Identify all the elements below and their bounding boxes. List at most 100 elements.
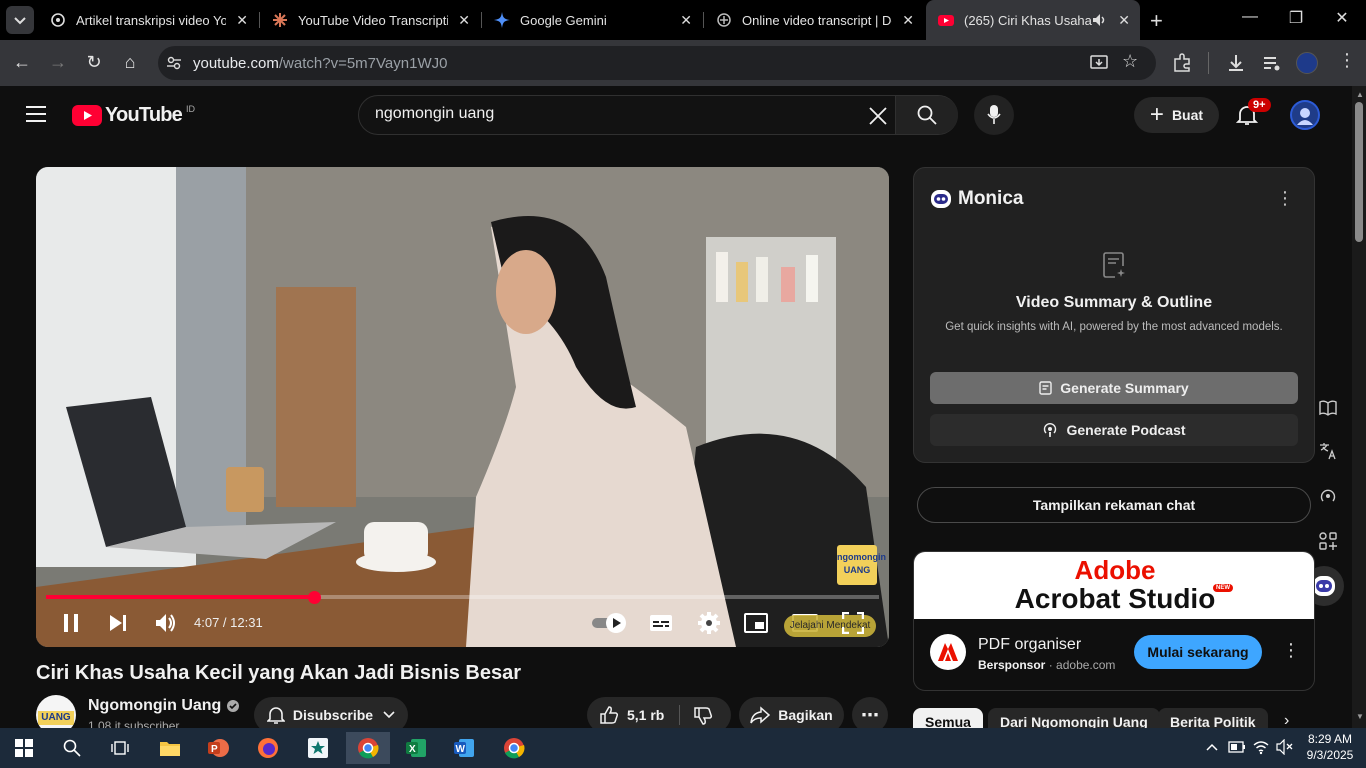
monica-menu-icon[interactable]: ⋮ (1276, 188, 1294, 209)
close-icon[interactable]: ✕ (236, 12, 248, 29)
tab-4-active[interactable]: (265) Ciri Khas Usaha Kecil ✕ (926, 0, 1140, 40)
tab-0[interactable]: Artikel transkripsi video YouTube ✕ (38, 0, 258, 40)
clear-search-icon[interactable] (869, 107, 887, 125)
search-input[interactable] (375, 105, 855, 123)
generate-summary-button[interactable]: Generate Summary (930, 372, 1298, 404)
url-path: /watch?v=5m7Vayn1WJ0 (278, 55, 448, 72)
video-player[interactable]: ngomongin UANG 4:07 / 12:31 Jelajahi Men… (36, 167, 889, 647)
channel-watermark[interactable]: ngomongin UANG (837, 545, 886, 585)
site-info-icon[interactable] (166, 55, 182, 71)
new-tab-button[interactable]: + (1150, 8, 1163, 34)
media-control-icon[interactable] (1262, 53, 1282, 73)
miniplayer-icon[interactable] (744, 613, 768, 633)
page-scrollbar[interactable]: ▲ ▼ (1352, 86, 1366, 728)
autoplay-toggle[interactable] (592, 613, 628, 633)
summary-small-icon (1039, 381, 1052, 395)
pause-icon[interactable] (62, 613, 80, 633)
tab-1[interactable]: YouTube Video Transcription ✕ (260, 0, 480, 40)
show-chat-replay-button[interactable]: Tampilkan rekaman chat (917, 487, 1311, 523)
bookmark-star-icon[interactable]: ☆ (1122, 51, 1138, 72)
like-count[interactable]: 5,1 rb (627, 707, 664, 723)
chrome-app-active[interactable] (346, 732, 390, 764)
install-app-icon[interactable] (1090, 54, 1108, 72)
monica-title: Monica (958, 188, 1024, 209)
reload-button[interactable]: ↻ (82, 52, 106, 73)
address-bar[interactable]: youtube.com/watch?v=5m7Vayn1WJ0 ☆ (158, 46, 1156, 80)
apps-grid-icon[interactable] (1319, 532, 1337, 550)
youtube-logo[interactable]: YouTube ID (72, 104, 195, 127)
ad-new-badge: NEW (1213, 584, 1233, 592)
hamburger-menu-icon[interactable] (26, 105, 46, 123)
scroll-down-icon[interactable]: ▼ (1356, 712, 1364, 721)
share-arrow-icon (750, 706, 771, 724)
taskbar-search-button[interactable] (52, 732, 92, 764)
tab-search-button[interactable] (6, 6, 34, 34)
next-icon[interactable] (108, 613, 128, 633)
restore-button[interactable]: ❐ (1276, 8, 1316, 28)
progress-bar[interactable] (46, 595, 879, 599)
scrollbar-thumb[interactable] (1355, 102, 1363, 242)
tab-3[interactable]: Online video transcript | Descript ✕ (704, 0, 924, 40)
file-explorer-app[interactable] (150, 732, 190, 764)
video-frame (36, 167, 889, 647)
close-icon[interactable]: ✕ (458, 12, 470, 29)
voice-search-button[interactable] (974, 95, 1014, 135)
generate-podcast-button[interactable]: Generate Podcast (930, 414, 1298, 446)
chrome-profile-app[interactable] (494, 732, 534, 764)
word-app[interactable]: W (444, 732, 484, 764)
account-avatar[interactable] (1290, 100, 1320, 130)
minimize-button[interactable]: — (1230, 8, 1270, 26)
subtitles-icon[interactable] (649, 613, 673, 633)
powerpoint-app[interactable]: P (198, 732, 238, 764)
podcast-side-icon[interactable] (1319, 488, 1337, 506)
fullscreen-icon[interactable] (842, 612, 864, 634)
scroll-up-icon[interactable]: ▲ (1356, 90, 1364, 99)
back-button[interactable]: ← (10, 52, 34, 73)
time-display: 4:07 / 12:31 (194, 615, 263, 630)
channel-name-row[interactable]: Ngomongin Uang (88, 697, 240, 715)
ad-card[interactable]: Adobe Acrobat Studio NEW PDF organiser B… (913, 551, 1315, 691)
reader-book-icon[interactable] (1319, 400, 1337, 416)
close-icon[interactable]: ✕ (902, 12, 914, 29)
speaker-icon[interactable] (1092, 13, 1108, 27)
ad-logo[interactable] (930, 634, 966, 670)
more-menu-icon[interactable]: ⋮ (1338, 50, 1356, 71)
clock-time: 8:29 AM (1307, 732, 1353, 746)
tab-2[interactable]: Google Gemini ✕ (482, 0, 702, 40)
start-button[interactable] (4, 732, 44, 764)
download-icon[interactable] (1226, 53, 1246, 73)
profile-avatar[interactable] (1296, 52, 1318, 74)
task-view-button[interactable] (100, 732, 140, 764)
firefox-app[interactable] (248, 732, 288, 764)
close-icon[interactable]: ✕ (1118, 12, 1130, 29)
pinned-app[interactable] (298, 732, 338, 764)
dislike-icon[interactable] (693, 706, 713, 726)
window-close-button[interactable]: ✕ (1322, 8, 1362, 28)
wifi-icon[interactable] (1253, 739, 1269, 755)
home-button[interactable]: ⌂ (118, 52, 142, 73)
monica-logo-icon (931, 190, 951, 208)
tray-chevron-up-icon[interactable] (1206, 743, 1218, 751)
notifications-button[interactable]: 9+ (1235, 98, 1271, 131)
video-title: Ciri Khas Usaha Kecil yang Akan Jadi Bis… (36, 662, 522, 684)
translate-icon[interactable] (1319, 442, 1337, 460)
ad-banner[interactable]: Adobe Acrobat Studio NEW (914, 552, 1314, 619)
close-icon[interactable]: ✕ (680, 12, 692, 29)
settings-gear-icon[interactable] (697, 611, 721, 635)
extensions-icon[interactable] (1172, 53, 1192, 73)
ad-title[interactable]: PDF organiser (978, 636, 1081, 654)
search-button[interactable] (895, 96, 958, 134)
create-button[interactable]: + Buat (1134, 97, 1219, 133)
taskbar-clock[interactable]: 8:29 AM 9/3/2025 (1300, 731, 1360, 763)
ad-cta-button[interactable]: Mulai sekarang (1134, 635, 1262, 669)
battery-icon[interactable] (1228, 741, 1246, 753)
excel-app[interactable]: X (396, 732, 436, 764)
account-emblem-icon (1297, 108, 1313, 125)
forward-button[interactable]: → (46, 52, 70, 73)
svg-text:P: P (211, 744, 218, 755)
monica-subtitle: Get quick insights with AI, powered by t… (945, 321, 1283, 333)
like-icon[interactable] (599, 705, 619, 725)
ad-menu-icon[interactable]: ⋮ (1282, 640, 1300, 661)
volume-muted-icon[interactable] (1276, 739, 1294, 755)
volume-icon[interactable] (154, 612, 178, 634)
